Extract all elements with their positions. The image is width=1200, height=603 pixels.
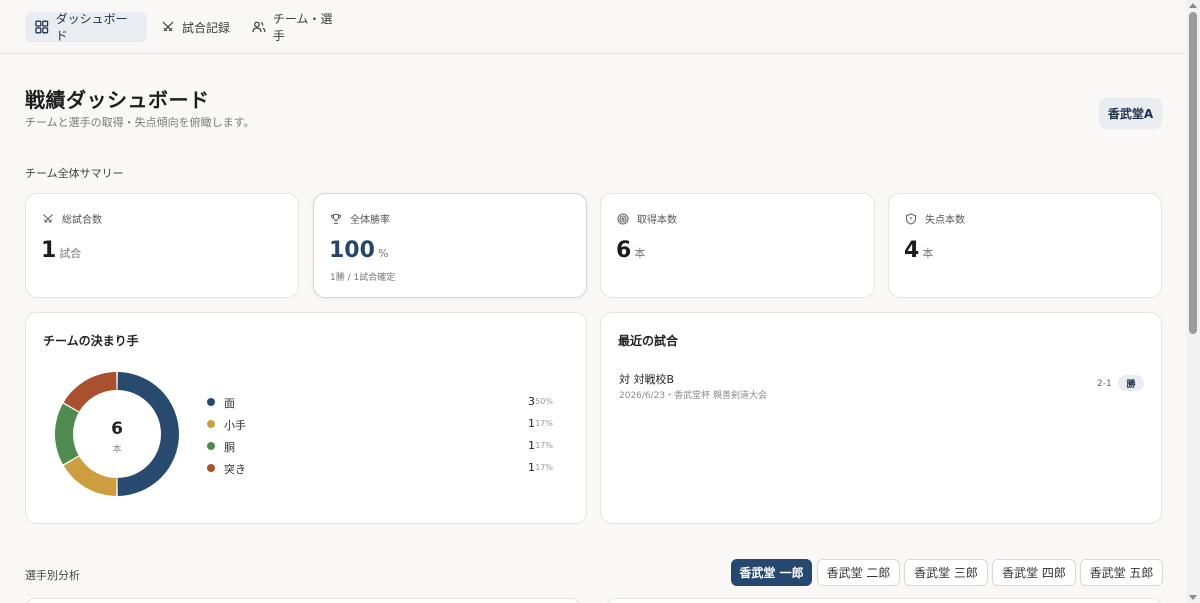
player-tab[interactable]: 香武堂 四郎 bbox=[992, 559, 1076, 586]
match-meta: 2026/6/23・香武堂杯 親善剣道大会 bbox=[619, 391, 768, 401]
donut-total-value: 6 bbox=[111, 419, 123, 439]
match-score: 2-1 bbox=[1097, 379, 1112, 389]
recent-matches-card: 最近の試合 対 対戦校B 2026/6/23・香武堂杯 親善剣道大会 2-1 勝 bbox=[600, 312, 1162, 524]
stat-card-label: 全体勝率 bbox=[350, 215, 390, 226]
stat-card-header: 失点本数 bbox=[905, 211, 965, 226]
crossed-swords-icon bbox=[43, 213, 53, 223]
players-section-label: 選手別分析 bbox=[25, 569, 80, 582]
legend-percent: 17% bbox=[535, 463, 553, 472]
legend-label: 小手 bbox=[224, 419, 246, 432]
stat-card-unit: 試合 bbox=[59, 247, 82, 260]
legend-percent: 50% bbox=[535, 397, 553, 406]
legend-color-dot bbox=[207, 420, 215, 428]
player-tab[interactable]: 香武堂 三郎 bbox=[904, 559, 988, 586]
top-navigation: ダッシュボード 試合記録 チーム・選手 bbox=[0, 0, 1186, 54]
scroll-up-arrow-icon[interactable] bbox=[1189, 3, 1197, 8]
stat-card-value: 6 bbox=[616, 238, 632, 263]
stat-card-value-group: 4 本 bbox=[904, 238, 933, 263]
stat-card-value: 100 bbox=[329, 238, 375, 263]
stat-card-unit: % bbox=[377, 247, 389, 260]
stat-card-note: 1勝 / 1試合確定 bbox=[330, 273, 396, 283]
player-tab[interactable]: 香武堂 五郎 bbox=[1080, 559, 1163, 586]
stat-card-value: 4 bbox=[904, 238, 920, 263]
donut-total-unit: 本 bbox=[112, 445, 122, 455]
page-subtitle: チームと選手の取得・失点傾向を俯瞰します。 bbox=[25, 116, 255, 129]
match-opponent[interactable]: 対 対戦校B bbox=[619, 371, 674, 387]
legend-item: 突き 1 17% bbox=[207, 460, 572, 476]
donut-slice-3 bbox=[63, 372, 117, 412]
scroll-down-arrow-icon[interactable] bbox=[1189, 595, 1197, 600]
stat-card-value-group: 6 本 bbox=[616, 238, 645, 263]
team-badge[interactable]: 香武堂A bbox=[1099, 98, 1162, 129]
stat-card-points-lost: 失点本数 4 本 bbox=[888, 193, 1162, 298]
stat-card-value-group: 1 試合 bbox=[41, 238, 81, 263]
nav-tab-dashboard[interactable]: ダッシュボード bbox=[25, 12, 147, 43]
stat-card-value: 1 bbox=[41, 238, 57, 263]
legend-item: 面 3 50% bbox=[207, 394, 572, 410]
stat-card-label: 失点本数 bbox=[925, 215, 965, 226]
legend-color-dot bbox=[207, 442, 215, 450]
legend-label: 胴 bbox=[224, 441, 235, 454]
nav-tab-label: チーム・選手 bbox=[272, 12, 333, 43]
legend-color-dot bbox=[207, 464, 215, 472]
legend-item: 胴 1 17% bbox=[207, 438, 572, 454]
donut-slice-1 bbox=[63, 456, 117, 496]
stat-card-unit: 本 bbox=[922, 247, 934, 260]
legend-label: 面 bbox=[224, 397, 235, 410]
stat-card-win-rate: 全体勝率 100 % 1勝 / 1試合確定 bbox=[313, 193, 587, 298]
match-result-badge: 勝 bbox=[1118, 375, 1144, 391]
stat-card-total-matches: 総試合数 1 試合 bbox=[25, 193, 299, 298]
stat-card-points-scored: 取得本数 6 本 bbox=[600, 193, 875, 298]
legend-percent: 17% bbox=[535, 419, 553, 428]
player-analysis-card bbox=[25, 598, 581, 603]
team-techniques-card: チームの決まり手 6 本 面 3 50% 小手 1 17% 胴 1 17% 突き… bbox=[25, 312, 587, 524]
nav-tab-team-players[interactable]: チーム・選手 bbox=[242, 12, 354, 43]
users-icon bbox=[252, 21, 266, 33]
card-title: 最近の試合 bbox=[618, 334, 679, 348]
shield-icon bbox=[905, 212, 917, 225]
page-title: 戦績ダッシュボード bbox=[25, 88, 210, 112]
stat-card-header: 全体勝率 bbox=[330, 211, 390, 226]
stat-card-header: 取得本数 bbox=[617, 211, 677, 226]
scrollbar-thumb[interactable] bbox=[1189, 12, 1197, 334]
stat-card-header: 総試合数 bbox=[42, 211, 102, 226]
target-icon bbox=[617, 212, 629, 225]
legend-color-dot bbox=[207, 398, 215, 406]
legend-percent: 17% bbox=[535, 441, 553, 450]
vertical-scrollbar[interactable] bbox=[1186, 0, 1200, 603]
card-title: チームの決まり手 bbox=[43, 334, 139, 348]
dashboard-grid-icon bbox=[35, 20, 49, 34]
player-tab[interactable]: 香武堂 二郎 bbox=[817, 559, 900, 586]
legend-label: 突き bbox=[224, 463, 246, 476]
stat-card-value-group: 100 % bbox=[329, 238, 388, 263]
legend-item: 小手 1 17% bbox=[207, 416, 572, 432]
crossed-swords-icon bbox=[162, 21, 174, 32]
stat-card-label: 総試合数 bbox=[62, 215, 102, 226]
stat-card-unit: 本 bbox=[634, 247, 646, 260]
nav-tab-match-records[interactable]: 試合記録 bbox=[151, 12, 241, 42]
nav-tab-label: ダッシュボード bbox=[55, 12, 128, 43]
summary-section-label: チーム全体サマリー bbox=[25, 167, 124, 180]
trophy-icon bbox=[330, 213, 342, 224]
stat-card-label: 取得本数 bbox=[637, 215, 677, 226]
nav-tab-label: 試合記録 bbox=[182, 20, 231, 35]
player-tab[interactable]: 香武堂 一郎 bbox=[731, 559, 812, 586]
player-analysis-card bbox=[606, 598, 1162, 603]
